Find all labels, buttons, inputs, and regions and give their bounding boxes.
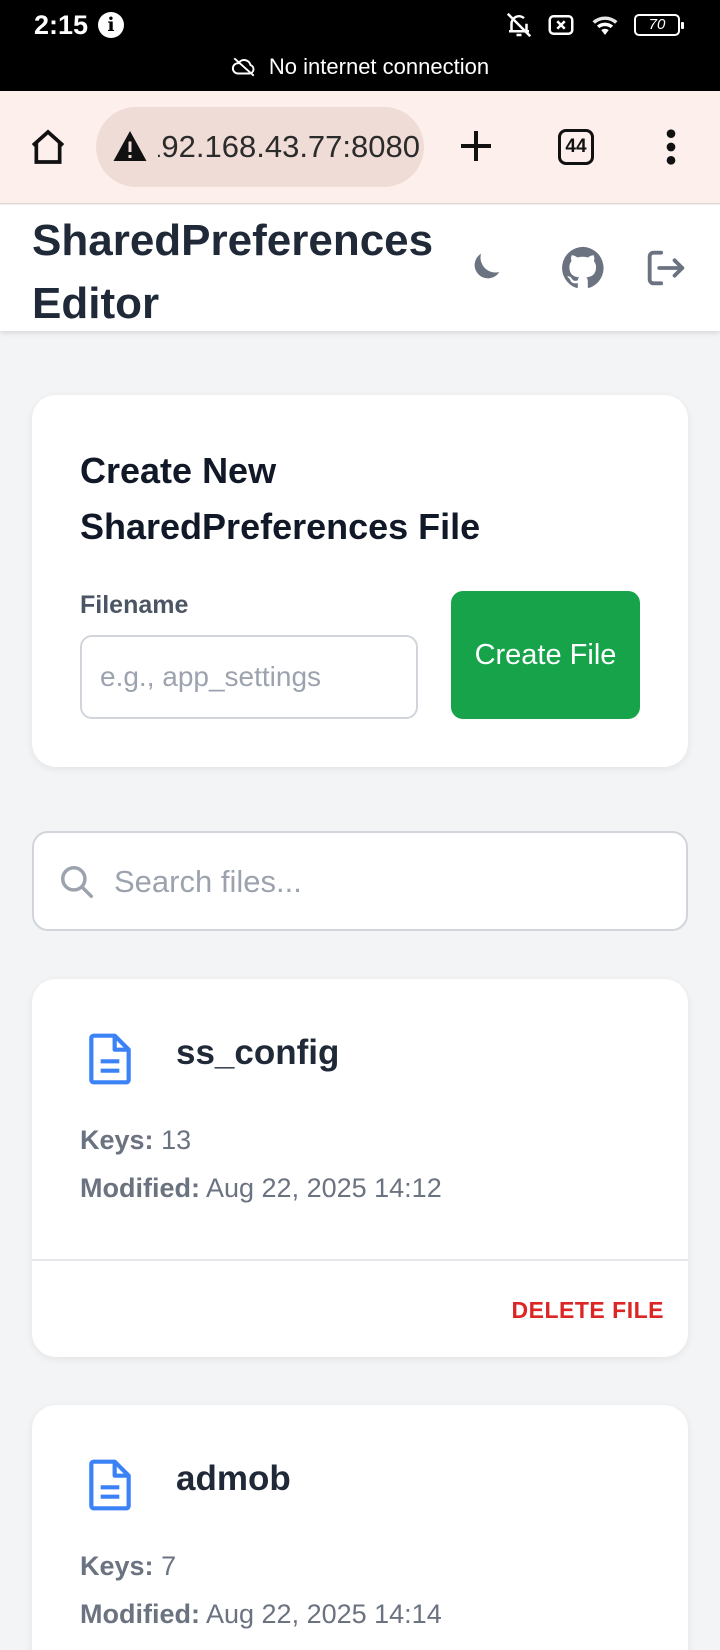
app-title: SharedPreferences Editor [32,216,434,328]
modified-label: Modified: [80,1173,200,1203]
keys-label: Keys: [80,1125,154,1155]
file-keys: Keys: 13 [80,1125,191,1156]
create-file-button[interactable]: Create File [451,591,640,719]
modified-value: Aug 22, 2025 14:12 [206,1173,442,1203]
modified-value: Aug 22, 2025 14:14 [206,1599,442,1629]
wifi-icon [592,16,618,35]
file-document-icon [89,1459,131,1511]
status-time: 2:15 [34,10,89,40]
filename-label: Filename [80,591,189,619]
file-name[interactable]: ss_config [176,1033,339,1073]
home-icon[interactable] [28,127,68,167]
filename-input[interactable] [80,635,418,719]
data-blocked-icon [548,15,574,35]
card-divider [32,1259,688,1261]
file-keys: Keys: 7 [80,1551,176,1582]
file-modified: Modified: Aug 22, 2025 14:14 [80,1599,442,1630]
status-bar: 2:15 i 70 No internet connection [0,0,720,91]
file-name[interactable]: admob [176,1459,291,1499]
moon-icon[interactable] [466,247,506,287]
file-document-icon [89,1033,131,1085]
status-icons: 70 [504,10,684,40]
search-box[interactable] [32,831,688,931]
search-input[interactable] [114,847,654,917]
warning-icon[interactable] [112,129,148,163]
create-file-card: Create New SharedPreferences File Filena… [32,395,688,767]
info-icon: i [98,12,124,38]
cloud-off-icon [231,57,255,77]
search-icon [61,866,93,898]
browser-toolbar: 192.168.43.77:8080 44 [0,91,720,204]
battery-icon: 70 [634,14,684,36]
keys-value: 13 [161,1125,192,1155]
tabs-icon[interactable]: 44 [558,129,594,165]
url-bar[interactable]: 192.168.43.77:8080 [96,107,424,187]
github-icon[interactable] [560,245,606,291]
network-message: No internet connection [268,54,490,79]
file-modified: Modified: Aug 22, 2025 14:12 [80,1173,442,1204]
plus-icon[interactable] [456,126,496,166]
network-banner: No internet connection [0,54,720,80]
delete-file-button[interactable]: DELETE FILE [512,1297,664,1324]
keys-label: Keys: [80,1551,154,1581]
modified-label: Modified: [80,1599,200,1629]
app-header: SharedPreferences Editor [0,205,720,331]
file-card[interactable]: admob Keys: 7 Modified: Aug 22, 2025 14:… [32,1405,688,1650]
logout-icon[interactable] [642,245,688,291]
url-text: 192.168.43.77:8080 [158,129,420,164]
file-card[interactable]: ss_config Keys: 13 Modified: Aug 22, 202… [32,979,688,1357]
keys-value: 7 [161,1551,177,1581]
more-vert-icon[interactable] [665,127,677,167]
create-file-title: Create New SharedPreferences File [80,450,481,547]
bell-off-icon [506,12,532,38]
